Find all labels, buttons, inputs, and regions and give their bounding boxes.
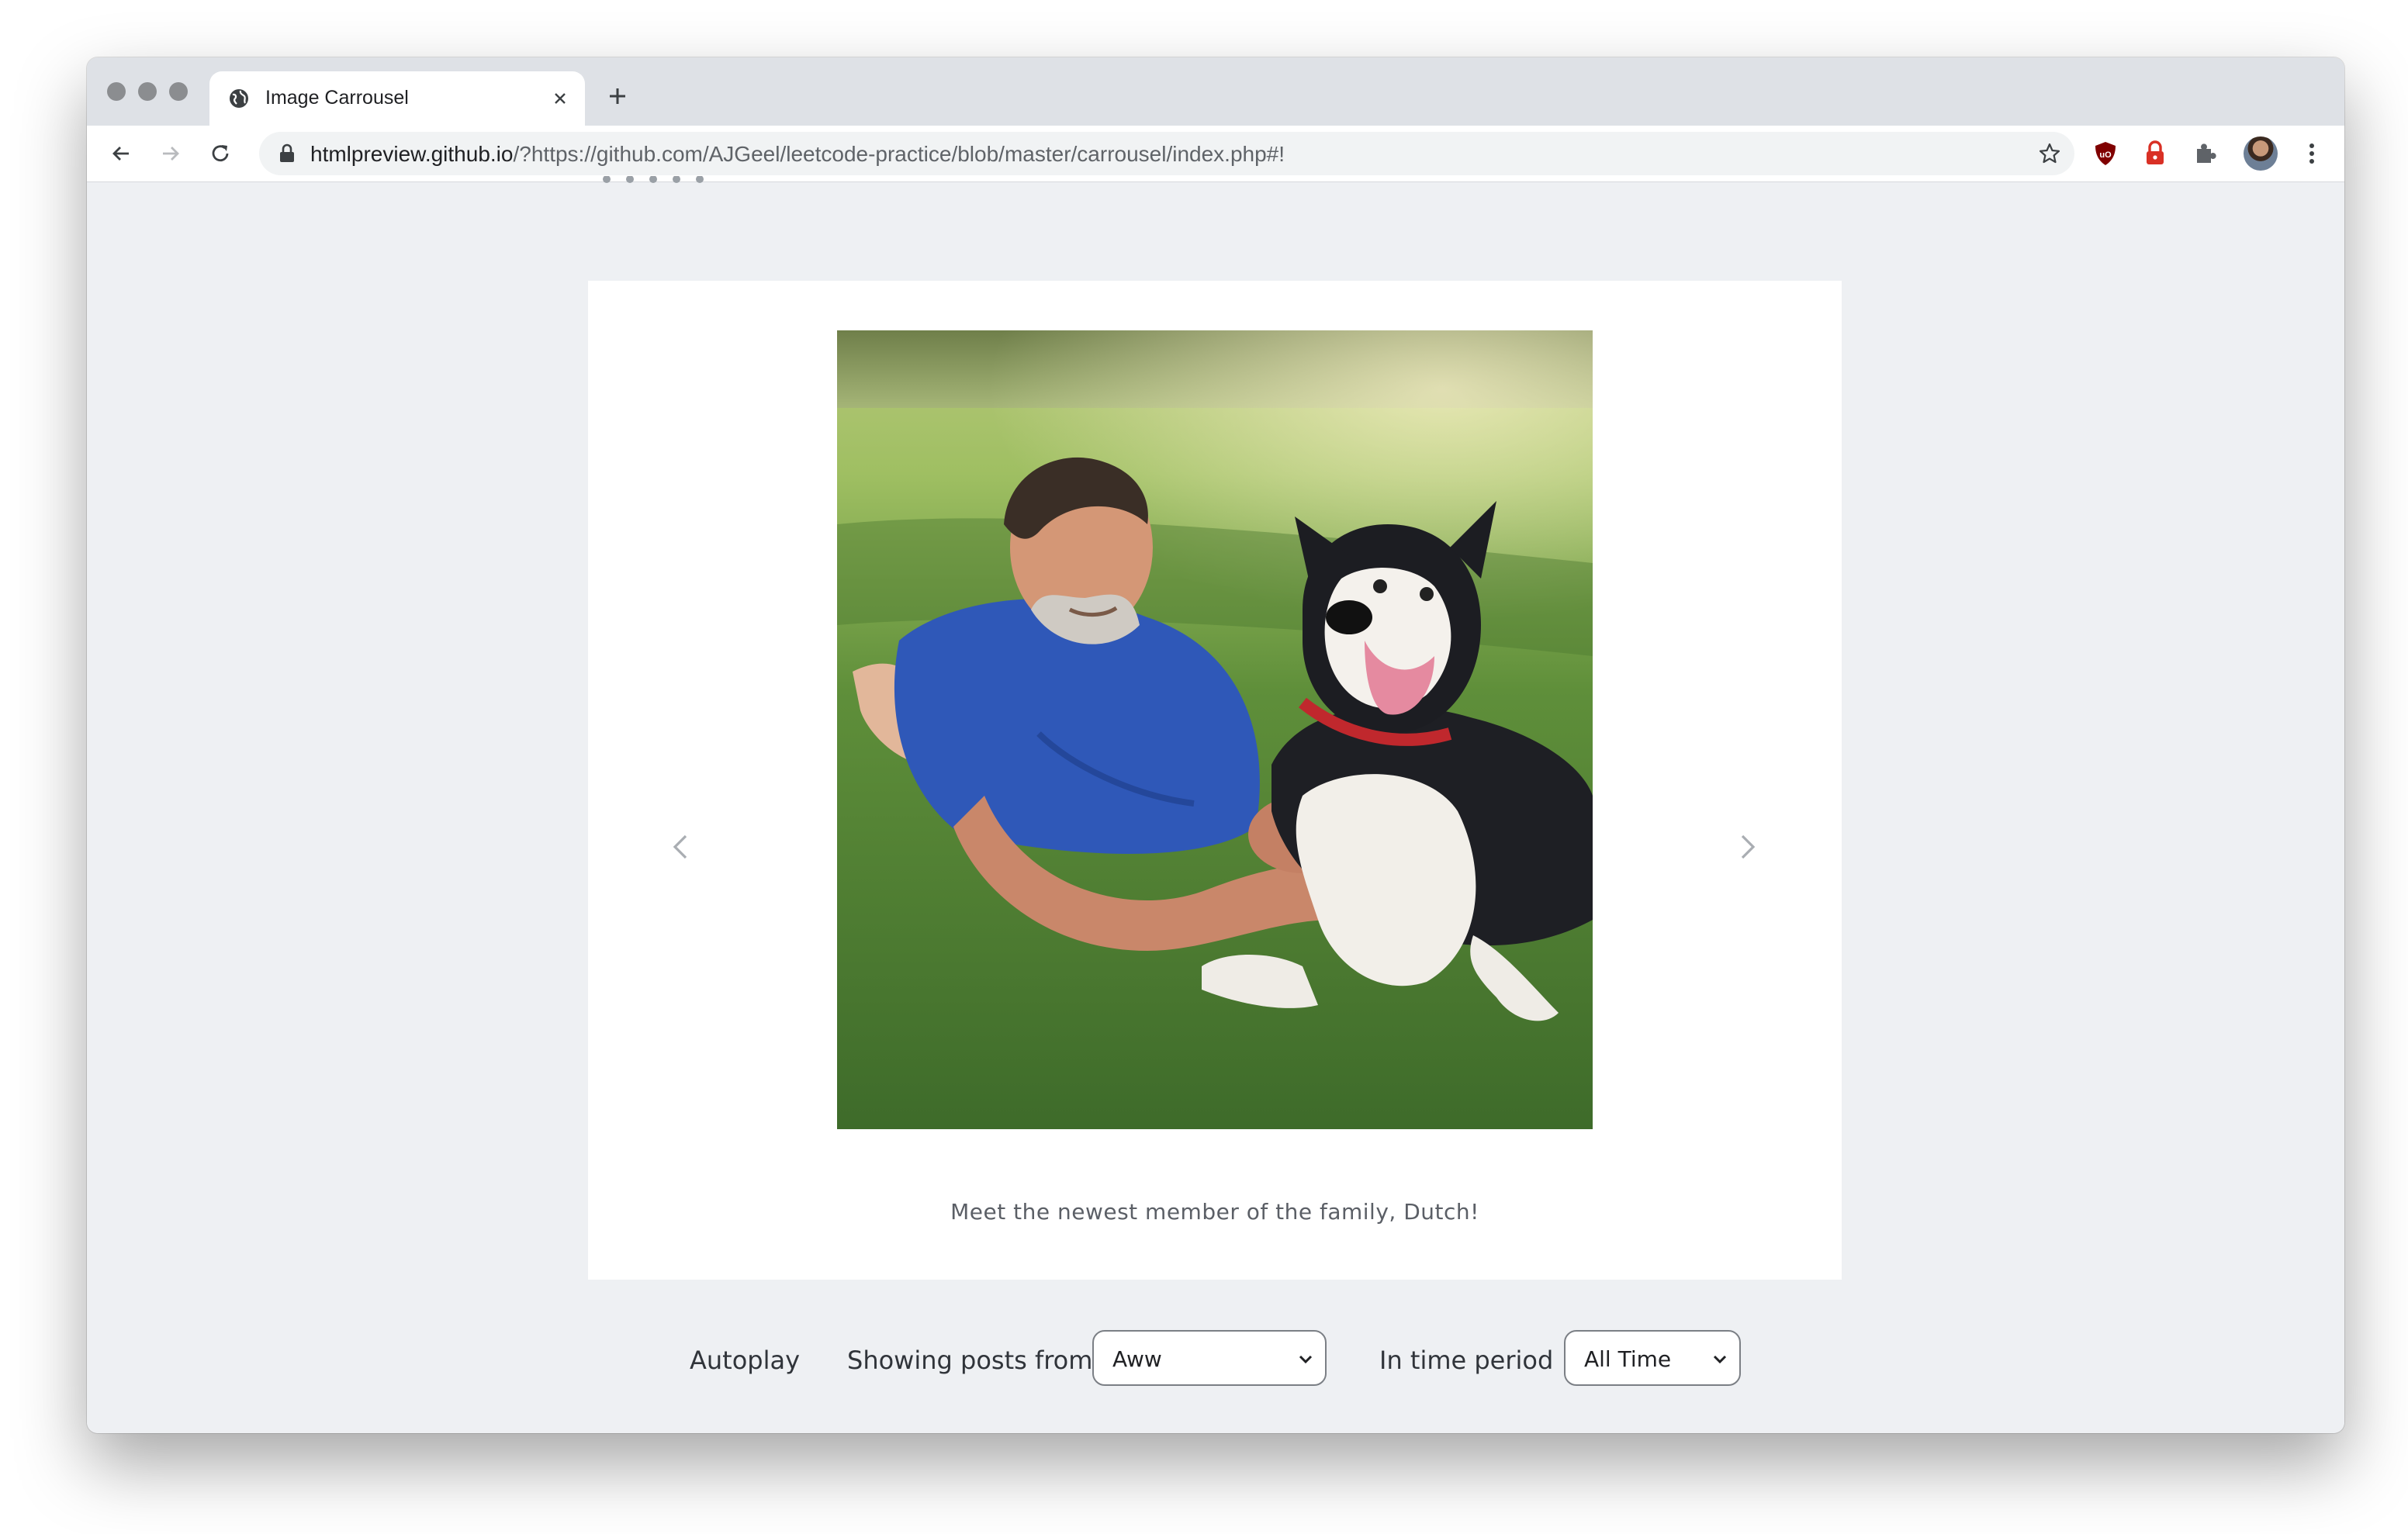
tab-title: Image Carrousel [265, 87, 409, 109]
forward-arrow-icon[interactable] [158, 141, 183, 166]
reload-icon[interactable] [208, 141, 233, 166]
browser-window: Image Carrousel htmlpreview.github.io/?h… [87, 57, 2344, 1433]
back-arrow-icon[interactable] [109, 141, 133, 166]
browser-toolbar: htmlpreview.github.io/?https://github.co… [87, 126, 2344, 182]
address-bar[interactable]: htmlpreview.github.io/?https://github.co… [259, 132, 2074, 175]
chevron-down-icon [1299, 1355, 1313, 1364]
new-tab-button[interactable] [605, 84, 630, 109]
carousel-image [837, 330, 1593, 1129]
browser-tab[interactable]: Image Carrousel [209, 71, 585, 126]
page-viewport: Meet the newest member of the family, Du… [87, 176, 2344, 1433]
chevron-left-icon[interactable] [664, 824, 695, 870]
ublock-shield-icon[interactable]: uO [2091, 140, 2119, 168]
time-period-select-value: All Time [1584, 1346, 1672, 1372]
extensions-puzzle-icon[interactable] [2191, 140, 2219, 168]
chevron-down-icon [1713, 1355, 1727, 1364]
url-path: /?https://github.com/AJGeel/leetcode-pra… [513, 142, 1285, 166]
window-close-control[interactable] [107, 82, 126, 101]
subreddit-select[interactable]: Aww [1092, 1330, 1327, 1386]
url-text: htmlpreview.github.io/?https://github.co… [310, 142, 1285, 167]
carousel-indicator-dots [603, 176, 704, 183]
window-minimize-control[interactable] [138, 82, 157, 101]
lock-icon [280, 143, 294, 162]
carousel-card: Meet the newest member of the family, Du… [588, 281, 1842, 1280]
bookmark-star-icon[interactable] [2037, 141, 2062, 166]
time-period-select[interactable]: All Time [1564, 1330, 1741, 1386]
autoplay-toggle[interactable]: Autoplay [690, 1346, 800, 1375]
tab-strip: Image Carrousel [87, 57, 2344, 126]
image-caption: Meet the newest member of the family, Du… [950, 1199, 1479, 1225]
carousel-controls: Autoplay Showing posts from Aww In time … [87, 1330, 2344, 1392]
chevron-right-icon[interactable] [1733, 824, 1764, 870]
period-label: In time period [1379, 1346, 1554, 1375]
password-lock-icon[interactable] [2141, 140, 2169, 168]
more-menu-icon[interactable] [2298, 140, 2326, 168]
svg-text:uO: uO [2099, 150, 2112, 160]
globe-icon [230, 89, 248, 108]
close-icon[interactable] [549, 88, 571, 109]
source-label: Showing posts from [847, 1346, 1093, 1375]
url-host: htmlpreview.github.io [310, 142, 514, 166]
profile-avatar[interactable] [2244, 136, 2278, 171]
window-zoom-control[interactable] [169, 82, 188, 101]
subreddit-select-value: Aww [1112, 1346, 1162, 1372]
